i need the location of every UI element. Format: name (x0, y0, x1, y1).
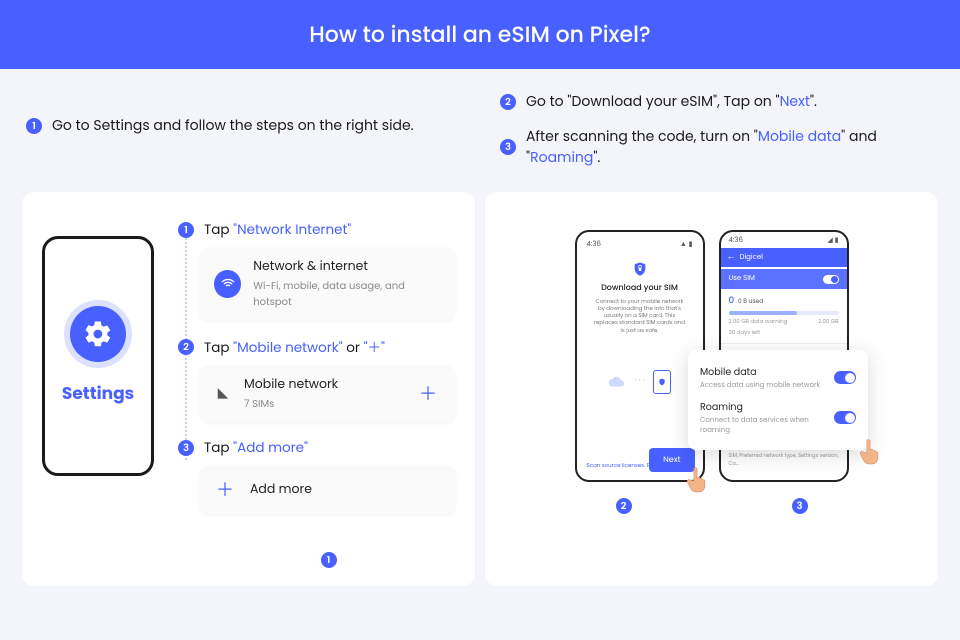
instructions-block: 1 Go to Settings and follow the steps on… (0, 69, 960, 192)
badge-2: 2 (500, 94, 516, 110)
step2-tap: Tap (204, 338, 233, 357)
roaming-toggle[interactable] (834, 411, 856, 424)
back-arrow-icon[interactable]: ← (727, 251, 736, 264)
download-sim-phone: 4:36 ▲ ▮ Download your SIM Connect to yo… (575, 230, 705, 482)
instruction-2: 2 Go to "Download your eSIM", Tap on "Ne… (500, 91, 934, 112)
instruction-1-text: Go to Settings and follow the steps on t… (52, 115, 414, 136)
instruction-3: 3 After scanning the code, turn on "Mobi… (500, 126, 934, 168)
data-big: 0 (729, 295, 735, 307)
badge-1: 1 (26, 118, 42, 134)
step-1: 1 Tap "Network Internet" Network & inter… (178, 220, 455, 320)
wifi-icon (214, 270, 241, 298)
mobile-data-toggle[interactable] (834, 371, 856, 384)
plus-icon[interactable]: ＋ (419, 380, 441, 408)
mobile-data-toggle-row[interactable]: Mobile data Access data using mobile net… (700, 360, 856, 395)
instruction-2-text: Go to "Download your eSIM", Tap on "Next… (526, 91, 817, 112)
cloud-icon (608, 376, 626, 388)
card3-title: Add more (250, 481, 312, 499)
roaming-sub: Connect to data services when roaming (700, 416, 834, 436)
signal-icon (214, 387, 232, 401)
step2-hl2: "＋" (364, 338, 385, 357)
data-bar (729, 311, 839, 315)
card2-title: Mobile network (244, 376, 338, 394)
step1-tap: Tap (204, 220, 233, 239)
mobile-data-label: Mobile data (700, 366, 757, 379)
shield-icon (632, 260, 648, 278)
panel-2: 4:36 ▲ ▮ Download your SIM Connect to yo… (485, 192, 938, 586)
mobile-data-sub: Access data using mobile network (700, 381, 820, 391)
carrier-bar: ← Digicel (721, 248, 847, 267)
instr3-pre: After scanning the code, turn on " (526, 126, 758, 146)
instr3-hl1: Mobile data (758, 126, 841, 146)
dots-icon: • • • (634, 377, 645, 386)
roaming-toggle-row[interactable]: Roaming Connect to data services when ro… (700, 395, 856, 440)
data-warning: 2.00 GB data warning (729, 317, 788, 326)
panel1-footer: 1 (42, 552, 455, 568)
footer-badge-2: 2 (616, 498, 632, 514)
step-3: 3 Tap "Add more" ＋ Add more (178, 438, 455, 514)
footer-badge-3: 3 (792, 498, 808, 514)
step3-hl: "Add more" (233, 438, 308, 457)
panels-row: Settings 1 Tap "Network Internet" (0, 192, 960, 586)
step2-badge: 2 (178, 339, 194, 355)
badge-3: 3 (500, 139, 516, 155)
instruction-3-text: After scanning the code, turn on "Mobile… (526, 126, 934, 168)
network-internet-card[interactable]: Network & internet Wi-Fi, mobile, data u… (200, 248, 455, 320)
use-sim-label: Use SIM (729, 274, 755, 284)
mobile-network-card[interactable]: Mobile network 7 SIMs ＋ (200, 366, 455, 422)
step3-badge: 3 (178, 440, 194, 456)
panel-1: Settings 1 Tap "Network Internet" (22, 192, 475, 586)
time-b: 4:36 (729, 236, 743, 246)
step2-text: Tap "Mobile network" or "＋" (204, 336, 385, 358)
steps-column: 1 Tap "Network Internet" Network & inter… (178, 220, 455, 530)
next-button[interactable]: Next (649, 448, 694, 472)
adv-sub: SIM, Preferred network type, Settings ve… (729, 452, 839, 468)
status-bar-a: 4:36 ▲ ▮ (583, 238, 697, 252)
data-limit: 2.00 GB (818, 317, 838, 326)
data-usage-block: 0 0 B used 2.00 GB data warning 2.00 GB … (721, 289, 847, 343)
add-more-card[interactable]: ＋ Add more (200, 466, 455, 514)
sim-card-icon (653, 370, 671, 394)
roaming-label: Roaming (700, 401, 743, 414)
card2-sub: 7 SIMs (244, 396, 338, 412)
data-days: 30 days left (729, 328, 761, 337)
card1-title: Network & internet (253, 258, 441, 276)
step-2: 2 Tap "Mobile network" or "＋" Mobile net… (178, 336, 455, 422)
panel2-footer: 2 3 (505, 498, 918, 514)
cloud-sim-graphic: • • • (583, 370, 697, 394)
use-sim-toggle[interactable] (823, 275, 839, 284)
instr3-post: ". (593, 147, 600, 167)
footer-badge-1: 1 (321, 552, 337, 568)
step3-tap: Tap (204, 438, 233, 457)
step2-or: or (343, 338, 364, 357)
carrier-name: Digicel (740, 253, 763, 263)
download-title: Download your SIM (583, 282, 697, 294)
instr2-hl: Next (780, 91, 810, 111)
plus-icon: ＋ (214, 476, 238, 504)
page-header: How to install an eSIM on Pixel? (0, 0, 960, 69)
status-icons-b: ◢ ▮ (827, 236, 838, 246)
step3-text: Tap "Add more" (204, 438, 308, 458)
step1-hl: "Network Internet" (233, 220, 351, 239)
gear-icon (70, 306, 126, 362)
step2-hl: "Mobile network" (233, 338, 343, 357)
step1-badge: 1 (178, 222, 194, 238)
time-a: 4:36 (587, 240, 601, 250)
status-bar-b: 4:36 ◢ ▮ (721, 232, 847, 248)
download-desc: Connect to your mobile network by downlo… (583, 298, 697, 334)
status-icons-a: ▲ ▮ (680, 240, 693, 250)
instruction-1: 1 Go to Settings and follow the steps on… (26, 115, 460, 136)
instr3-hl2: Roaming (530, 147, 593, 167)
instr2-pre: Go to "Download your eSIM", Tap on " (526, 91, 780, 111)
toggle-overlay-card: Mobile data Access data using mobile net… (688, 350, 868, 450)
use-sim-row[interactable]: Use SIM (721, 269, 847, 289)
step1-text: Tap "Network Internet" (204, 220, 351, 240)
settings-label: Settings (62, 380, 134, 406)
card1-sub: Wi-Fi, mobile, data usage, and hotspot (253, 278, 441, 310)
page-title: How to install an eSIM on Pixel? (309, 19, 650, 50)
data-used: 0 B used (738, 298, 763, 306)
settings-phone-frame: Settings (42, 236, 154, 476)
instr2-post: ". (810, 91, 817, 111)
